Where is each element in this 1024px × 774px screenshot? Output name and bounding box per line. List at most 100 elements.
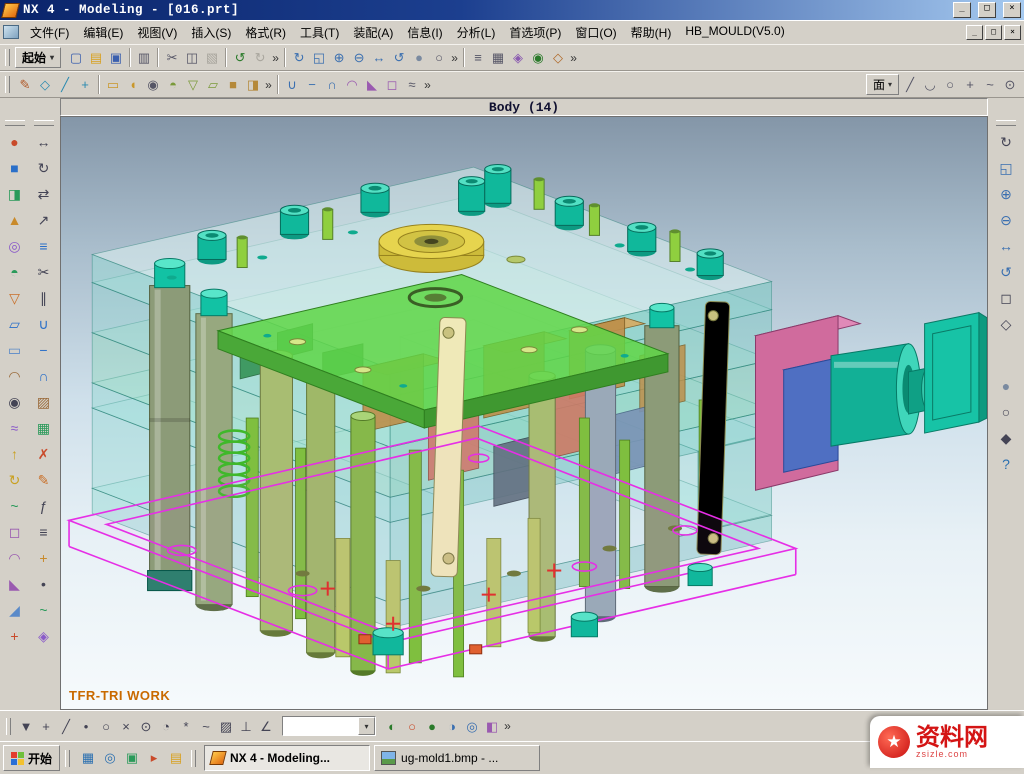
boss-icon[interactable]: ◓ bbox=[163, 75, 183, 95]
edge-blend-icon[interactable]: ◠ bbox=[3, 546, 27, 570]
rotate-view-icon[interactable]: ↺ bbox=[994, 260, 1018, 284]
arc-center-icon[interactable]: ⊙ bbox=[136, 716, 156, 736]
fit-view-icon[interactable]: ◱ bbox=[309, 48, 329, 68]
maximize-button[interactable]: □ bbox=[978, 2, 996, 18]
sweep-icon[interactable]: ~ bbox=[3, 494, 27, 518]
tube-icon[interactable]: ◎ bbox=[3, 234, 27, 258]
mirror-body-icon[interactable]: ⇄ bbox=[32, 182, 56, 206]
print-icon[interactable]: ▥ bbox=[134, 48, 154, 68]
magnify-icon[interactable]: ◎ bbox=[462, 716, 482, 736]
block-icon[interactable]: ■ bbox=[223, 75, 243, 95]
angle-snap-icon[interactable]: ∠ bbox=[256, 716, 276, 736]
pan-view-icon[interactable]: ↔ bbox=[369, 48, 389, 68]
snap-combo[interactable]: ▾ bbox=[282, 716, 376, 736]
toolbar-grip[interactable] bbox=[5, 120, 25, 126]
zoom-in-icon[interactable]: ⊕ bbox=[329, 48, 349, 68]
thread-icon[interactable]: ≈ bbox=[402, 75, 422, 95]
taskbar-grip[interactable] bbox=[191, 750, 196, 767]
copy-icon[interactable]: ◫ bbox=[182, 48, 202, 68]
new-file-icon[interactable]: ▢ bbox=[66, 48, 86, 68]
menu-assemblies[interactable]: 装配(A) bbox=[346, 21, 400, 44]
quadrant-point-icon[interactable]: ◔ bbox=[156, 716, 176, 736]
scale-body-icon[interactable]: ↗ bbox=[32, 208, 56, 232]
wireframe-view-icon[interactable]: ○ bbox=[429, 48, 449, 68]
quick-launch-player-icon[interactable]: ▸ bbox=[144, 748, 164, 768]
taskbar-item-nx[interactable]: NX 4 - Modeling... bbox=[204, 745, 370, 771]
split-body-icon[interactable]: ∥ bbox=[32, 286, 56, 310]
menu-preferences[interactable]: 首选项(P) bbox=[502, 21, 568, 44]
shell-icon[interactable]: ◻ bbox=[382, 75, 402, 95]
menu-file[interactable]: 文件(F) bbox=[23, 21, 76, 44]
pan-view-icon[interactable]: ↔ bbox=[994, 234, 1018, 258]
arc-icon[interactable]: ◡ bbox=[920, 75, 940, 95]
pocket-icon[interactable]: ▽ bbox=[3, 286, 27, 310]
undo-icon[interactable]: ↺ bbox=[230, 48, 250, 68]
toolbar-overflow-chevron[interactable]: » bbox=[422, 78, 433, 92]
revolve-icon[interactable]: ↻ bbox=[3, 468, 27, 492]
hole-icon[interactable]: ◉ bbox=[3, 390, 27, 414]
boss-icon[interactable]: ◓ bbox=[3, 260, 27, 284]
point-icon[interactable]: • bbox=[32, 572, 56, 596]
trim-body-icon[interactable]: ✂ bbox=[32, 260, 56, 284]
wireframe-view-icon[interactable]: ○ bbox=[994, 400, 1018, 424]
child-restore-button[interactable]: □ bbox=[985, 25, 1002, 40]
menu-tools[interactable]: 工具(T) bbox=[293, 21, 346, 44]
subtract-icon[interactable]: − bbox=[302, 75, 322, 95]
point-on-curve-icon[interactable]: ~ bbox=[196, 716, 216, 736]
sew-icon[interactable]: + bbox=[3, 624, 27, 648]
front-view-icon[interactable]: ◻ bbox=[994, 286, 1018, 310]
quick-launch-browser-icon[interactable]: ◎ bbox=[100, 748, 120, 768]
mid-point-icon[interactable]: • bbox=[76, 716, 96, 736]
class-selection-icon[interactable]: ◈ bbox=[32, 624, 56, 648]
redo-icon[interactable]: ↻ bbox=[250, 48, 270, 68]
menu-insert[interactable]: 插入(S) bbox=[184, 21, 238, 44]
open-file-icon[interactable]: ▤ bbox=[86, 48, 106, 68]
wcs-icon[interactable]: + bbox=[32, 546, 56, 570]
work-layer-icon[interactable]: ≡ bbox=[468, 48, 488, 68]
start-button[interactable]: 开始 bbox=[3, 745, 60, 771]
object-display-icon[interactable]: ◈ bbox=[508, 48, 528, 68]
constraint-icon[interactable]: ⊥ bbox=[236, 716, 256, 736]
extrude-icon[interactable]: ▭ bbox=[103, 75, 123, 95]
cone-icon[interactable]: ▲ bbox=[3, 208, 27, 232]
subtract-icon[interactable]: − bbox=[32, 338, 56, 362]
slot-icon[interactable]: ▭ bbox=[3, 338, 27, 362]
spline-icon[interactable]: ~ bbox=[32, 598, 56, 622]
suppress-feature-icon[interactable]: ✗ bbox=[32, 442, 56, 466]
chamfer-icon[interactable]: ◣ bbox=[362, 75, 382, 95]
cylinder-icon[interactable]: ◨ bbox=[3, 182, 27, 206]
save-icon[interactable]: ▣ bbox=[106, 48, 126, 68]
point-icon[interactable]: + bbox=[960, 75, 980, 95]
perspective-view-icon[interactable]: ◆ bbox=[994, 426, 1018, 450]
zoom-out-icon[interactable]: ⊖ bbox=[994, 208, 1018, 232]
sketch-icon[interactable]: ✎ bbox=[15, 75, 35, 95]
datum-plane-icon[interactable]: ◇ bbox=[35, 75, 55, 95]
menu-edit[interactable]: 编辑(E) bbox=[76, 21, 130, 44]
close-button[interactable]: × bbox=[1003, 2, 1021, 18]
face-rule-dropdown[interactable]: 面 ▾ bbox=[866, 74, 899, 95]
refresh-view-icon[interactable]: ↻ bbox=[289, 48, 309, 68]
iso-view-icon[interactable]: ◇ bbox=[994, 312, 1018, 336]
menu-help[interactable]: 帮助(H) bbox=[624, 21, 679, 44]
line-icon[interactable]: ╱ bbox=[900, 75, 920, 95]
menu-window[interactable]: 窗口(O) bbox=[568, 21, 623, 44]
sphere-icon[interactable]: ● bbox=[3, 130, 27, 154]
selection-filter-icon[interactable]: ▼ bbox=[16, 716, 36, 736]
start-menu-button[interactable]: 起始 ▾ bbox=[15, 47, 61, 68]
toolbar-overflow-chevron[interactable]: » bbox=[568, 51, 579, 65]
point-on-face-icon[interactable]: ▨ bbox=[216, 716, 236, 736]
groove-icon[interactable]: ◠ bbox=[3, 364, 27, 388]
menu-hb-mould[interactable]: HB_MOULD(V5.0) bbox=[678, 21, 791, 44]
unite-icon[interactable]: ∪ bbox=[32, 312, 56, 336]
fit-view-icon[interactable]: ◱ bbox=[994, 156, 1018, 180]
shaded-view-icon[interactable]: ● bbox=[409, 48, 429, 68]
pocket-icon[interactable]: ▽ bbox=[183, 75, 203, 95]
toolbar-grip[interactable] bbox=[6, 718, 11, 735]
menu-format[interactable]: 格式(R) bbox=[238, 21, 293, 44]
rotate-view-icon[interactable]: ↺ bbox=[389, 48, 409, 68]
intersect-icon[interactable]: ∩ bbox=[32, 364, 56, 388]
intersection-point-icon[interactable]: × bbox=[116, 716, 136, 736]
orient-view-icon[interactable]: ◇ bbox=[548, 48, 568, 68]
toolbar-grip[interactable] bbox=[996, 120, 1016, 126]
datum-axis-icon[interactable]: ╱ bbox=[55, 75, 75, 95]
